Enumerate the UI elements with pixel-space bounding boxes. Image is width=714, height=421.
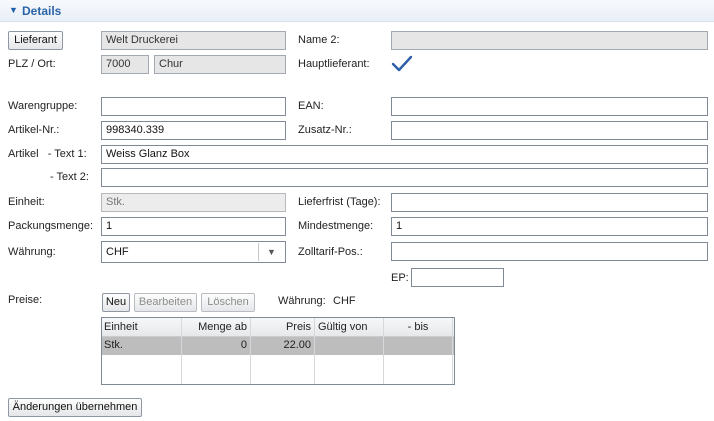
cell-gueltig-von xyxy=(316,336,382,355)
supplier-name-field[interactable]: Welt Druckerei xyxy=(101,31,286,50)
cell-bis xyxy=(384,336,452,355)
zolltarif-label: Zolltarif-Pos.: xyxy=(298,246,363,258)
ep-label: EP: xyxy=(391,272,409,284)
zusatznr-label: Zusatz-Nr.: xyxy=(298,124,352,136)
ean-input[interactable] xyxy=(391,97,708,116)
text1-input[interactable]: Weiss Glanz Box xyxy=(101,145,708,164)
lieferfrist-label: Lieferfrist (Tage): xyxy=(298,196,381,208)
column-divider xyxy=(314,318,315,384)
column-header-einheit[interactable]: Einheit xyxy=(102,318,140,337)
edit-price-button[interactable]: Bearbeiten xyxy=(134,293,197,312)
apply-changes-button[interactable]: Änderungen übernehmen xyxy=(8,398,142,417)
zip-field[interactable]: 7000 xyxy=(101,55,149,74)
zusatznr-input[interactable] xyxy=(391,121,708,140)
column-header-gueltig-von[interactable]: Gültig von xyxy=(316,318,382,337)
cell-menge-ab: 0 xyxy=(240,339,247,351)
name2-label: Name 2: xyxy=(298,34,340,46)
column-header-menge-ab[interactable]: Menge ab xyxy=(182,318,249,337)
cell-einheit: Stk. xyxy=(104,339,123,351)
collapse-triangle-icon[interactable]: ▼ xyxy=(9,5,18,15)
cell-preis: 22.00 xyxy=(283,339,311,351)
einheit-field: Stk. xyxy=(101,193,286,212)
text2-label: - Text 2: xyxy=(50,171,89,183)
text2-input[interactable] xyxy=(101,168,708,187)
artikelnr-label: Artikel-Nr.: xyxy=(8,124,60,136)
delete-price-button[interactable]: Löschen xyxy=(201,293,255,312)
mindestmenge-label: Mindestmenge: xyxy=(298,220,374,232)
column-divider xyxy=(452,318,453,384)
lieferfrist-input[interactable] xyxy=(391,193,708,212)
zip-city-label: PLZ / Ort: xyxy=(8,58,56,70)
artikelnr-input[interactable]: 998340.339 xyxy=(101,121,286,140)
mindestmenge-input[interactable]: 1 xyxy=(391,217,708,236)
waehrung-select-value: CHF xyxy=(106,246,129,258)
name2-field[interactable] xyxy=(391,31,708,50)
new-price-button[interactable]: Neu xyxy=(102,293,130,312)
supplier-button[interactable]: Lieferant xyxy=(8,31,63,50)
ep-input[interactable] xyxy=(411,268,504,287)
packungsmenge-label: Packungsmenge: xyxy=(8,220,93,232)
warengruppe-input[interactable] xyxy=(101,97,286,116)
waehrung-label: Währung: xyxy=(8,246,56,258)
select-divider xyxy=(258,243,259,261)
city-field[interactable]: Chur xyxy=(154,55,286,74)
ean-label: EAN: xyxy=(298,100,324,112)
warengruppe-label: Warengruppe: xyxy=(8,100,78,112)
price-table[interactable]: Einheit Menge ab Preis Gültig von - bis … xyxy=(101,317,455,385)
column-header-preis[interactable]: Preis xyxy=(251,318,313,337)
einheit-label: Einheit: xyxy=(8,196,45,208)
main-supplier-label: Hauptlieferant: xyxy=(298,58,370,70)
price-currency-value: CHF xyxy=(333,295,356,307)
packungsmenge-input[interactable]: 1 xyxy=(101,217,286,236)
main-supplier-checkbox-checkmark-icon[interactable] xyxy=(391,55,413,73)
prices-label: Preise: xyxy=(8,294,43,306)
details-section-header[interactable] xyxy=(0,0,714,22)
section-title: Details xyxy=(22,4,62,18)
zolltarif-input[interactable] xyxy=(391,242,708,261)
column-header-bis[interactable]: - bis xyxy=(384,318,452,337)
price-currency-label: Währung: xyxy=(278,295,326,307)
text1-label: Artikel - Text 1: xyxy=(8,148,87,160)
chevron-down-icon[interactable]: ▼ xyxy=(267,247,276,257)
